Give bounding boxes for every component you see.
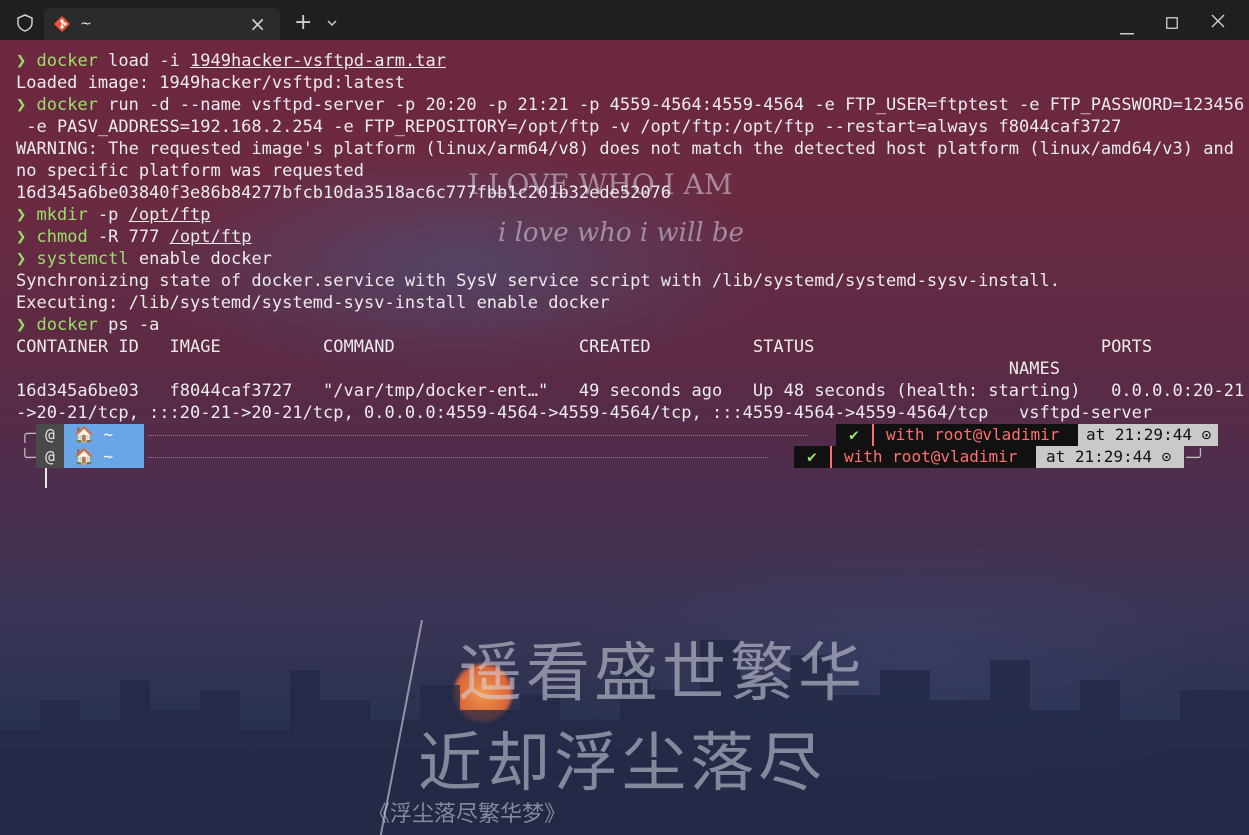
os-segment: @ [36,446,64,468]
wallpaper-caption: 《浮尘落尽繁华梦》 [368,802,567,827]
user-segment: with root@vladimir [872,424,1078,446]
table-header: CONTAINER ID IMAGE COMMAND CREATED STATU… [16,337,1153,357]
command-line: ❯ mkdir -p /opt/ftp [16,205,211,225]
output-line: no specific platform was requested [16,161,364,181]
prompt-symbol: ❯ [16,315,27,335]
output-line: 16d345a6be03840f3e86b84277bfcb10da3518ac… [16,183,672,203]
prompt-symbol: ❯ [16,51,27,71]
output-line: WARNING: The requested image's platform … [16,139,1234,159]
window-close-icon[interactable] [1211,13,1225,32]
prompt-bar: @ 🏠 ~ ✔ with root@vladimir at 21:29:44 ⊙ [36,424,1218,446]
plus-icon[interactable]: + [294,10,312,35]
wallpaper-poem-line1: 遥看盛世繁华 [458,637,866,711]
status-segment: ✔ [836,424,872,446]
tab-title: ~ [80,16,92,32]
tab-home[interactable]: ~ × [44,8,280,42]
prompt-bar: @ 🏠 ~ ✔ with root@vladimir at 21:29:44 ⊙ [36,446,1186,468]
maximize-icon[interactable] [1166,14,1178,33]
close-icon[interactable]: × [249,12,266,36]
clock-icon: ⊙ [1201,425,1212,444]
table-row: 16d345a6be03 f8044caf3727 "/var/tmp/dock… [16,381,1245,401]
prompt-symbol: ❯ [16,227,27,247]
time-segment: at 21:29:44 ⊙ [1078,424,1218,446]
chevron-down-icon[interactable] [326,14,338,33]
command-line: ❯ docker ps -a [16,315,160,335]
shield-icon[interactable] [16,14,34,36]
time-segment: at 21:29:44 ⊙ [1036,446,1184,468]
table-header: NAMES [16,359,1060,379]
wallpaper-poem-line2: 近却浮尘落尽 [418,727,826,801]
terminal-window: ~ × + I LOVE WHO I AM i love who i will … [0,0,1249,835]
clock-icon: ⊙ [1161,447,1172,466]
output-line: Executing: /lib/systemd/systemd-sysv-ins… [16,293,610,313]
home-segment: 🏠 ~ [64,446,144,468]
command-line: ❯ docker run -d --name vsftpd-server -p … [16,95,1245,115]
prompt-filler [148,457,768,458]
command-line: ❯ docker load -i 1949hacker-vsftpd-arm.t… [16,51,446,71]
prompt-symbol: ❯ [16,95,27,115]
prompt-symbol: ❯ [16,205,27,225]
os-segment: @ [36,424,64,446]
output-line: Loaded image: 1949hacker/vsftpd:latest [16,73,405,93]
terminal-app-icon [54,16,70,36]
home-segment: 🏠 ~ [64,424,144,446]
wallpaper-subheading: i love who i will be [498,218,744,248]
terminal-output[interactable]: ❯ docker load -i 1949hacker-vsftpd-arm.t… [16,50,1244,468]
table-row: ->20-21/tcp, :::20-21->20-21/tcp, 0.0.0.… [16,403,1153,423]
minimize-icon[interactable] [1120,20,1134,39]
command-line: ❯ chmod -R 777 /opt/ftp [16,227,252,247]
prompt-filler [148,435,808,436]
text-cursor [45,468,47,488]
prompt-frame-right: ─╯ [1186,448,1206,467]
user-segment: with root@vladimir [830,446,1036,468]
output-line: Synchronizing state of docker.service wi… [16,271,1060,291]
output-line: -e PASV_ADDRESS=192.168.2.254 -e FTP_REP… [16,117,1122,137]
status-segment: ✔ [794,446,830,468]
command-line: ❯ systemctl enable docker [16,249,272,269]
prompt-symbol: ❯ [16,249,27,269]
